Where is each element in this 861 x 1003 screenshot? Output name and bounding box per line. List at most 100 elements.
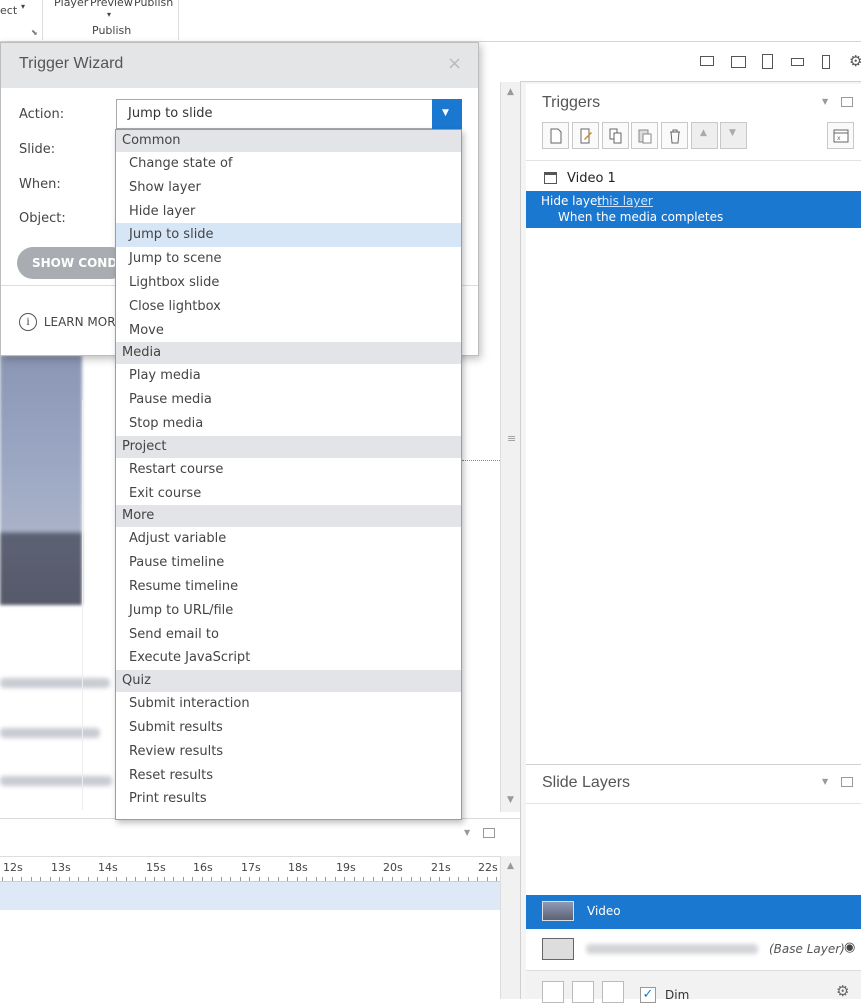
dropdown-item[interactable]: Resume timeline (116, 575, 461, 599)
copy-trigger-button[interactable] (602, 122, 629, 149)
tablet-landscape-icon[interactable] (731, 56, 746, 68)
player-button[interactable]: Player (54, 0, 88, 9)
show-conditions-button[interactable]: SHOW CONDITIONS (17, 247, 127, 279)
delete-layer-button[interactable] (602, 981, 624, 1003)
timeline-minor-tick (401, 877, 402, 881)
timeline-minor-tick (163, 877, 165, 881)
dropdown-item[interactable]: Play media (116, 364, 461, 388)
timeline-minor-tick (315, 877, 317, 881)
tablet-portrait-icon[interactable] (762, 54, 773, 69)
learn-more-link[interactable]: i LEARN MORE (19, 313, 123, 331)
timeline-minor-tick (353, 877, 355, 881)
edit-trigger-button[interactable] (572, 122, 599, 149)
restore-panel-icon[interactable] (841, 777, 853, 787)
trigger-object-name[interactable]: Video 1 (567, 171, 616, 186)
ribbon-group-label: Publish (92, 24, 132, 37)
scroll-up-icon[interactable]: ▲ (507, 861, 514, 871)
dropdown-item[interactable]: Stop media (116, 412, 461, 436)
dropdown-item[interactable]: Jump to scene (116, 247, 461, 271)
timeline-minor-tick (258, 877, 260, 881)
timeline-minor-tick (68, 877, 70, 881)
dialog-launcher-icon[interactable]: ⬊ (31, 28, 38, 37)
chevron-down-icon[interactable]: ▾ (21, 2, 25, 11)
variables-icon: x (833, 129, 849, 143)
dropdown-item-selected[interactable]: Jump to slide (116, 223, 461, 248)
timeline-ruler[interactable]: 12s 13s 14s 15s 16s 17s 18s 19s 20s 21s … (0, 856, 520, 882)
panel-title: Triggers (542, 94, 601, 111)
timeline-tick: 19s (336, 861, 356, 874)
dropdown-item[interactable]: Print results (116, 787, 461, 811)
layer-row-base[interactable]: (Base Layer) ◉ (526, 932, 861, 968)
dropdown-item[interactable]: Lightbox slide (116, 271, 461, 295)
dropdown-item[interactable]: Adjust variable (116, 527, 461, 551)
chevron-down-icon[interactable]: ▼ (464, 828, 470, 837)
dropdown-item[interactable]: Hide layer (116, 200, 461, 224)
timeline-minor-tick (201, 877, 203, 881)
dropdown-item[interactable]: Submit results (116, 716, 461, 740)
new-trigger-button[interactable] (542, 122, 569, 149)
laptop-icon[interactable] (700, 56, 714, 66)
timeline-minor-tick (467, 877, 469, 881)
scroll-up-icon[interactable]: ▲ (507, 87, 514, 97)
dropdown-arrow-button[interactable]: ▼ (432, 99, 462, 129)
timeline-minor-tick (277, 877, 279, 881)
dropdown-item[interactable]: Restart course (116, 458, 461, 482)
timeline-minor-tick (173, 877, 174, 881)
phone-portrait-icon[interactable] (822, 55, 830, 69)
timeline-media-bar[interactable] (0, 882, 500, 910)
chevron-down-icon[interactable]: ▼ (822, 777, 828, 786)
action-dropdown-list[interactable]: Common Change state of Show layer Hide laye… (115, 129, 462, 820)
chevron-down-icon[interactable]: ▾ (107, 10, 111, 19)
paste-trigger-button[interactable] (631, 122, 658, 149)
restore-panel-icon[interactable] (483, 828, 495, 838)
dropdown-item[interactable]: Submit interaction (116, 692, 461, 716)
slide-label: Slide: (19, 142, 56, 157)
select-menu-fragment[interactable]: ect (0, 4, 17, 17)
variables-button[interactable]: x (827, 122, 854, 149)
action-select[interactable]: Jump to slide ▼ (116, 99, 462, 129)
dropdown-item[interactable]: Jump to URL/file (116, 599, 461, 623)
dropdown-item[interactable]: Pause media (116, 388, 461, 412)
preview-button[interactable]: Preview (90, 0, 133, 9)
move-up-button[interactable]: ▲ (691, 122, 718, 149)
dropdown-item[interactable]: Show layer (116, 176, 461, 200)
restore-panel-icon[interactable] (841, 97, 853, 107)
timeline-minor-tick (230, 877, 231, 881)
chevron-down-icon[interactable]: ▼ (822, 97, 828, 106)
dropdown-item[interactable]: Close lightbox (116, 295, 461, 319)
gear-icon[interactable]: ⚙ (849, 52, 861, 70)
layer-thumbnail (542, 938, 574, 960)
dropdown-item[interactable]: Pause timeline (116, 551, 461, 575)
dropdown-item[interactable]: Move (116, 319, 461, 343)
timeline-tick: 15s (146, 861, 166, 874)
layer-row-selected[interactable]: Video (526, 895, 861, 929)
close-icon[interactable]: × (447, 53, 462, 74)
trigger-object-link[interactable]: this layer (597, 194, 653, 208)
gear-icon[interactable]: ⚙ (836, 982, 849, 1000)
dim-checkbox[interactable]: ✓ (640, 987, 656, 1003)
scroll-down-icon[interactable]: ▼ (507, 795, 514, 805)
dropdown-item[interactable]: Execute JavaScript (116, 646, 461, 670)
trigger-row-selected[interactable]: Hide layer this layer When the media com… (526, 191, 861, 228)
dropdown-item[interactable]: Reset results (116, 764, 461, 788)
dropdown-item[interactable]: Review results (116, 740, 461, 764)
scroll-grip-icon[interactable]: ≡ (507, 432, 516, 445)
new-layer-button[interactable] (542, 981, 564, 1003)
duplicate-layer-button[interactable] (572, 981, 594, 1003)
phone-landscape-icon[interactable] (791, 58, 804, 66)
publish-button[interactable]: Publish (134, 0, 173, 9)
eye-icon[interactable]: ◉ (844, 940, 855, 955)
move-down-button[interactable]: ▼ (720, 122, 747, 149)
dropdown-item[interactable]: Exit course (116, 482, 461, 506)
timeline-minor-tick (391, 877, 393, 881)
triggers-panel: Triggers ▼ ▲ ▼ x Video 1 (526, 84, 861, 764)
dropdown-item[interactable]: Change state of (116, 152, 461, 176)
dropdown-item[interactable]: Send email to (116, 623, 461, 647)
timeline-tick: 14s (98, 861, 118, 874)
dropdown-group-header: Media (116, 342, 461, 365)
delete-trigger-button[interactable] (661, 122, 688, 149)
timeline-minor-tick (296, 877, 298, 881)
canvas-scrollbar[interactable]: ▲ ≡ ▼ (500, 82, 520, 812)
timeline-scrollbar[interactable]: ▲ (500, 856, 520, 999)
blurred-text-line (0, 678, 110, 688)
